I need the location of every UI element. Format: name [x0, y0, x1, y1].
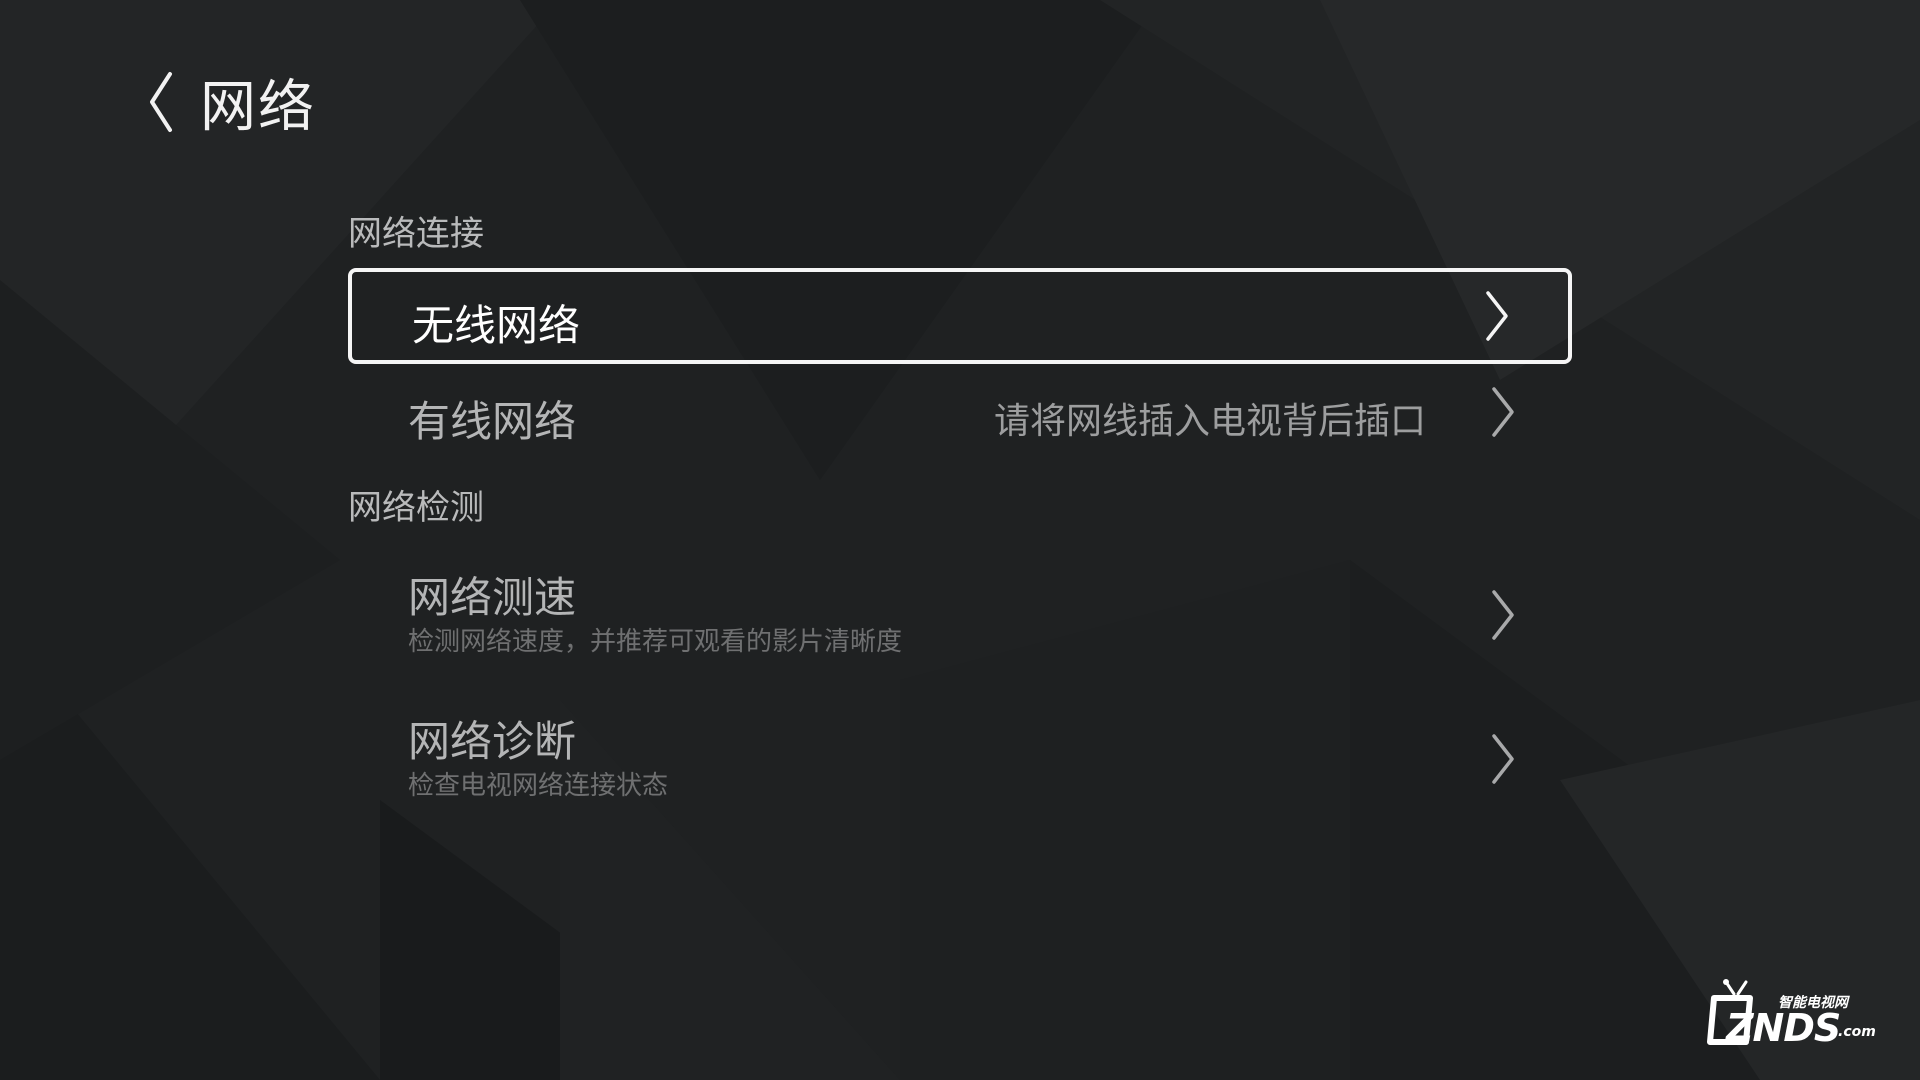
background-pattern [0, 0, 1920, 1080]
section-title-detection: 网络检测 [348, 488, 484, 528]
page-title: 网络 [200, 74, 316, 140]
item-label: 有线网络 [408, 397, 577, 446]
chevron-right-icon [1492, 734, 1514, 784]
network-settings-screen: 网络 网络连接 无线网络 有线网络 请将网线插入电视背后插口 网络检测 网络测速… [0, 0, 1920, 1080]
wired-network-hint: 请将网线插入电视背后插口 [993, 401, 1426, 442]
network-diagnosis-item[interactable]: 网络诊断 检查电视网络连接状态 [348, 700, 1572, 820]
znds-watermark-logo: 智能电视网 ZNDS .com [1706, 978, 1876, 1050]
section-title-connection: 网络连接 [348, 214, 484, 254]
chevron-left-icon[interactable] [146, 70, 176, 134]
wireless-network-item[interactable]: 无线网络 [348, 268, 1572, 364]
page-header: 网络 [146, 66, 316, 140]
watermark-main-text: ZNDS [1726, 1006, 1841, 1050]
chevron-right-icon [1492, 387, 1514, 437]
chevron-right-icon [1492, 590, 1514, 640]
wired-network-item[interactable]: 有线网络 请将网线插入电视背后插口 [348, 364, 1572, 460]
item-label: 网络诊断 [408, 717, 577, 766]
item-label: 无线网络 [412, 301, 581, 350]
network-speed-test-item[interactable]: 网络测速 检测网络速度，并推荐可观看的影片清晰度 [348, 556, 1572, 676]
item-description: 检查电视网络连接状态 [408, 771, 669, 801]
chevron-right-icon [1486, 291, 1508, 341]
watermark-suffix-text: .com [1838, 1024, 1876, 1040]
item-description: 检测网络速度，并推荐可观看的影片清晰度 [408, 627, 903, 657]
item-label: 网络测速 [408, 573, 577, 622]
